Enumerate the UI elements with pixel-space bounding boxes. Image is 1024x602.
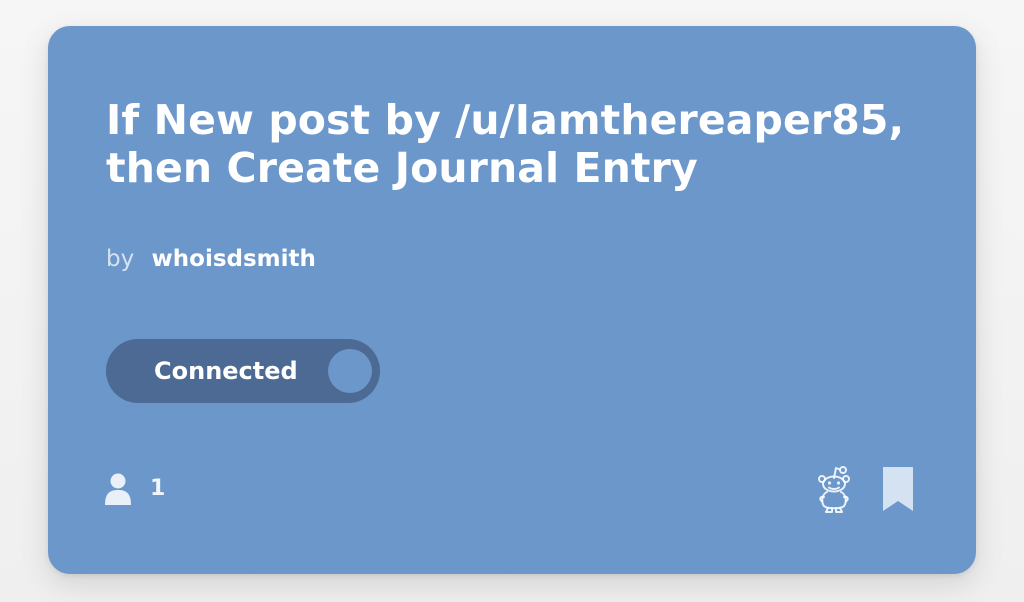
user-icon: [104, 472, 132, 506]
users-count-value: 1: [150, 476, 166, 501]
toggle-label: Connected: [154, 357, 298, 385]
connection-toggle[interactable]: Connected: [106, 339, 380, 403]
applet-title[interactable]: If New post by /u/Iamthereaper85, then C…: [106, 96, 926, 192]
toggle-knob[interactable]: [328, 349, 372, 393]
byline: by whoisdsmith: [106, 244, 316, 274]
byline-prefix: by: [106, 246, 135, 272]
applet-card[interactable]: If New post by /u/Iamthereaper85, then C…: [48, 26, 976, 574]
reddit-icon: [816, 464, 852, 514]
bookmark-icon[interactable]: [882, 466, 914, 512]
users-count: 1: [104, 472, 165, 506]
page: If New post by /u/Iamthereaper85, then C…: [0, 0, 1024, 602]
author-name[interactable]: whoisdsmith: [152, 246, 316, 272]
